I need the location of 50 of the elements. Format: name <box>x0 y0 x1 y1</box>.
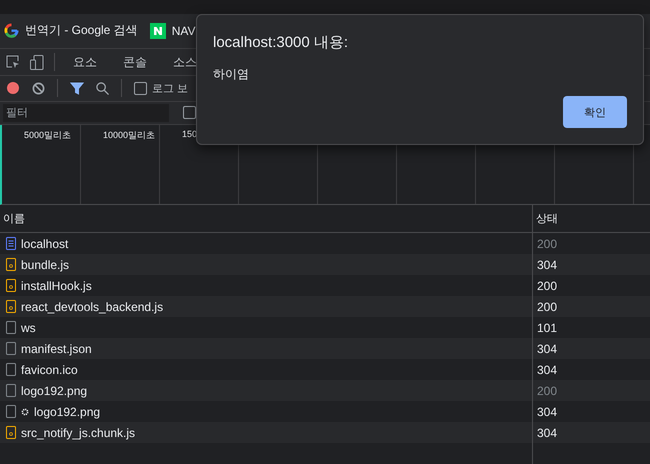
tab-title[interactable]: NAV <box>172 24 196 38</box>
naver-logo-icon <box>150 22 166 39</box>
ok-button[interactable]: 확인 <box>563 96 627 128</box>
request-name[interactable]: favicon.ico <box>21 362 78 377</box>
status-code: 304 <box>537 362 558 377</box>
timeline-label: 10000밀리초 <box>103 128 156 140</box>
clear-icon[interactable] <box>32 82 45 95</box>
request-name[interactable]: logo192.png <box>34 404 100 419</box>
filter-field[interactable]: 필터 <box>3 104 169 122</box>
request-name[interactable]: logo192.png <box>21 384 88 398</box>
script-file-icon <box>6 300 16 314</box>
dialog-message: 하이염 <box>213 66 250 83</box>
file-icon <box>6 363 16 376</box>
request-name[interactable]: bundle.js <box>21 258 70 272</box>
document-icon <box>6 237 16 250</box>
request-name[interactable]: installHook.js <box>21 278 92 293</box>
status-code: 304 <box>537 342 558 356</box>
request-name[interactable]: src_notify_js.chunk.js <box>21 426 136 440</box>
status-code: 101 <box>537 320 558 335</box>
file-icon <box>6 405 16 418</box>
status-code: 304 <box>537 258 558 272</box>
search-icon[interactable] <box>96 82 109 95</box>
file-icon <box>6 384 16 398</box>
record-icon[interactable] <box>6 81 20 96</box>
file-icon <box>6 321 16 334</box>
devtools-tab[interactable]: 요소 <box>65 54 105 71</box>
request-name[interactable]: localhost <box>21 236 68 251</box>
request-name[interactable]: ws <box>21 320 36 335</box>
script-file-icon <box>6 279 16 292</box>
script-file-icon <box>6 258 16 272</box>
request-name[interactable]: react_devtools_backend.js <box>21 300 164 314</box>
status-code: 200 <box>537 300 558 314</box>
devtools-tab[interactable]: 콘솔 <box>115 54 155 71</box>
timeline-label: 5000밀리초 <box>24 128 72 140</box>
file-icon <box>6 342 16 356</box>
filter-icon[interactable] <box>70 82 84 95</box>
device-toolbar-icon[interactable] <box>30 54 44 70</box>
inspect-icon[interactable] <box>6 55 20 70</box>
request-name[interactable]: manifest.json <box>21 342 92 356</box>
status-code: 304 <box>537 404 558 419</box>
status-code: 200 <box>537 278 558 293</box>
checkbox[interactable] <box>134 82 147 95</box>
script-file-icon <box>6 426 16 440</box>
status-code: 304 <box>537 426 558 440</box>
status-code: 200 <box>537 236 558 251</box>
status-code: 200 <box>537 384 558 398</box>
tab-title[interactable]: 번역기 - Google 검색 <box>25 22 138 40</box>
google-logo-icon <box>4 23 19 38</box>
dialog-title: localhost:3000 내용: <box>213 33 350 52</box>
checkbox-label: 로그 보 <box>152 82 188 96</box>
